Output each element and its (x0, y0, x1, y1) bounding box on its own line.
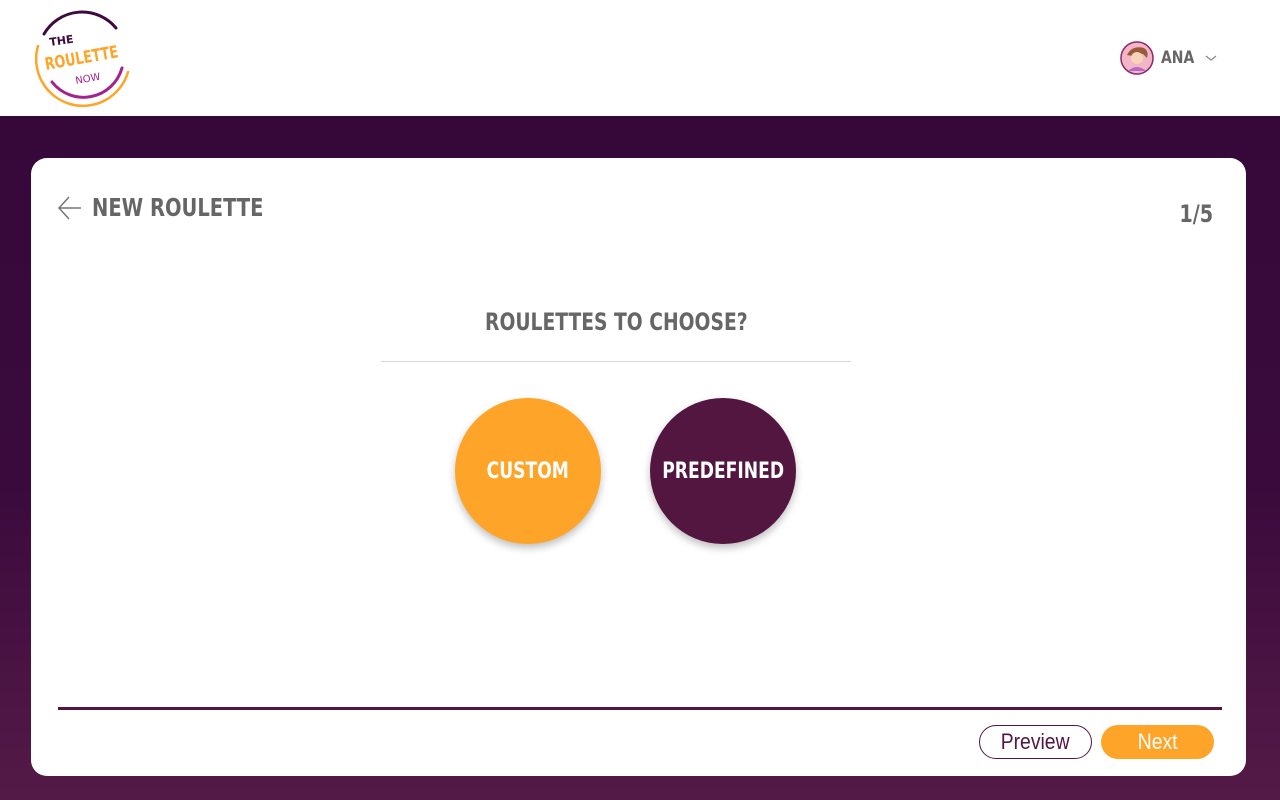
avatar-icon[interactable] (1120, 41, 1154, 75)
preview-label: Preview (1001, 729, 1070, 754)
logo-text-the: THE (49, 33, 75, 49)
question-text: ROULETTES TO CHOOSE? (484, 308, 748, 336)
user-name[interactable]: ANA (1161, 48, 1194, 68)
chevron-down-icon[interactable] (1204, 51, 1218, 65)
wizard-card: NEW ROULETTE 1/5 ROULETTES TO CHOOSE? CU… (31, 158, 1246, 776)
question-heading: ROULETTES TO CHOOSE? (381, 308, 851, 336)
top-header: THE ROULETTE NOW ANA (0, 0, 1280, 116)
user-menu[interactable]: ANA (1120, 40, 1217, 76)
custom-option-button[interactable]: CUSTOM (455, 398, 601, 544)
next-button[interactable]: Next (1101, 725, 1214, 759)
roulette-now-logo[interactable]: THE ROULETTE NOW (30, 6, 138, 110)
logo-text-now: NOW (75, 72, 102, 87)
page-title: NEW ROULETTE (92, 193, 264, 222)
question-divider (381, 361, 851, 362)
predefined-option-label: PREDEFINED (662, 458, 784, 484)
arrow-left-icon[interactable] (56, 192, 84, 224)
step-indicator: 1/5 (1179, 200, 1213, 228)
next-label: Next (1137, 729, 1178, 754)
preview-button[interactable]: Preview (979, 725, 1092, 759)
custom-option-label: CUSTOM (486, 458, 570, 484)
footer-divider (58, 707, 1222, 710)
predefined-option-button[interactable]: PREDEFINED (650, 398, 796, 544)
